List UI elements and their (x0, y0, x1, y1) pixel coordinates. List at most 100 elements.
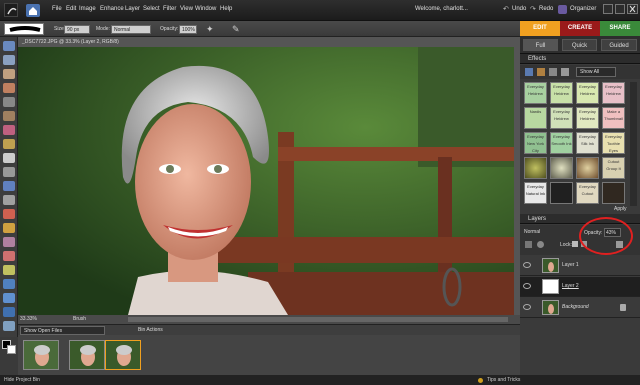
layer-name[interactable]: Layer 1 (562, 262, 579, 268)
redo-button[interactable]: Redo (539, 6, 553, 12)
show-all-icon[interactable] (561, 68, 569, 76)
effect-tile[interactable]: Everyday Heidrew (550, 82, 573, 104)
effect-tile[interactable]: Cutout Group It (602, 157, 625, 179)
undo-button[interactable]: Undo (512, 6, 526, 12)
tab-share[interactable]: SHARE (600, 21, 640, 36)
effect-tile[interactable]: Everyday Smooth Ink (550, 132, 573, 154)
hide-project-bin-button[interactable]: Hide Project Bin (4, 375, 40, 385)
layer-name[interactable]: Background (562, 304, 589, 310)
redo-icon[interactable]: ↷ (530, 5, 538, 13)
effect-tile[interactable]: Everyday Heidrew (524, 82, 547, 104)
eraser-tool-icon[interactable] (3, 251, 15, 261)
guided-mode-button[interactable]: Guided (601, 39, 637, 51)
menu-enhance[interactable]: Enhance (100, 6, 124, 12)
brush-settings-icon[interactable]: ✎ (232, 24, 240, 35)
layer-row-selected[interactable]: Layer 2 (520, 277, 640, 297)
brush-preset-picker[interactable] (4, 23, 44, 35)
document-title-bar[interactable]: _DSC7722.JPG @ 33.3% (Layer 2, RGB/8) (18, 37, 520, 47)
menu-edit[interactable]: Edit (66, 6, 76, 12)
image-canvas[interactable] (18, 47, 514, 315)
marquee-tool-icon[interactable] (3, 97, 15, 107)
magic-wand-tool-icon[interactable] (3, 125, 15, 135)
bin-actions-menu[interactable]: Bin Actions (138, 327, 163, 333)
effect-tile[interactable]: Nardis (524, 107, 547, 129)
red-eye-tool-icon[interactable] (3, 209, 15, 219)
effect-tile[interactable] (602, 182, 625, 204)
shape-tool-icon[interactable] (3, 307, 15, 317)
hand-tool-icon[interactable] (3, 69, 15, 79)
menu-help[interactable]: Help (220, 6, 232, 12)
adjustment-layer-icon[interactable] (537, 241, 544, 248)
photo-effects-icon[interactable] (549, 68, 557, 76)
new-layer-icon[interactable] (525, 241, 532, 248)
menu-view[interactable]: View (180, 6, 193, 12)
tips-and-tricks-button[interactable]: Tips and Tricks (487, 375, 520, 385)
type-tool-icon[interactable] (3, 153, 15, 163)
visibility-eye-icon[interactable] (523, 262, 531, 268)
cookie-cutter-tool-icon[interactable] (3, 181, 15, 191)
welcome-text[interactable]: Welcome, charlott... (415, 6, 468, 12)
healing-brush-tool-icon[interactable] (3, 223, 15, 233)
menu-file[interactable]: File (52, 6, 62, 12)
layer-styles-icon[interactable] (537, 68, 545, 76)
filters-icon[interactable] (525, 68, 533, 76)
mode-select[interactable]: Normal (111, 25, 151, 34)
quick-selection-tool-icon[interactable] (3, 139, 15, 149)
bin-thumbnail[interactable] (23, 340, 59, 370)
full-mode-button[interactable]: Full (523, 39, 558, 51)
maximize-button[interactable] (615, 4, 625, 14)
straighten-tool-icon[interactable] (3, 195, 15, 205)
home-icon[interactable] (26, 4, 40, 17)
blend-mode-select[interactable]: Normal (524, 228, 564, 237)
menu-filter[interactable]: Filter (163, 6, 176, 12)
menu-window[interactable]: Window (195, 6, 216, 12)
visibility-eye-icon[interactable] (523, 283, 531, 289)
eyedropper-tool-icon[interactable] (3, 83, 15, 93)
effect-tile[interactable] (550, 182, 573, 204)
layer-name[interactable]: Layer 2 (562, 283, 579, 289)
layer-row[interactable]: Background (520, 298, 640, 318)
effect-tile[interactable]: Everyday Heidrew (602, 82, 625, 104)
effect-tile[interactable]: Everyday Heidrew (576, 107, 599, 129)
effect-tile[interactable]: Everyday New York City (524, 132, 547, 154)
gradient-tool-icon[interactable] (3, 293, 15, 303)
effect-tile[interactable] (550, 157, 573, 179)
zoom-tool-icon[interactable] (3, 55, 15, 65)
organizer-button[interactable]: Organizer (570, 6, 596, 12)
background-color-swatch[interactable] (7, 345, 16, 354)
effect-tile[interactable]: Everyday Heidrew (576, 82, 599, 104)
airbrush-icon[interactable]: ✦ (206, 24, 214, 35)
bin-thumbnail-active[interactable] (105, 340, 141, 370)
tab-edit[interactable]: EDIT (520, 21, 560, 36)
effect-tile[interactable]: Everyday Natural Ink (524, 182, 547, 204)
lock-transparent-icon[interactable] (572, 241, 578, 247)
close-button[interactable] (627, 4, 638, 14)
show-open-files-dropdown[interactable]: Show Open Files (20, 326, 105, 335)
horizontal-scrollbar[interactable] (128, 317, 508, 322)
paint-bucket-tool-icon[interactable] (3, 279, 15, 289)
effect-tile[interactable]: Everyday Heidrew (550, 107, 573, 129)
menu-image[interactable]: Image (79, 6, 96, 12)
blur-tool-icon[interactable] (3, 321, 15, 331)
organizer-icon[interactable] (558, 5, 567, 14)
menu-layer[interactable]: Layer (125, 6, 140, 12)
layer-row[interactable]: Layer 1 (520, 256, 640, 276)
effect-tile[interactable] (524, 157, 547, 179)
move-tool-icon[interactable] (3, 41, 15, 51)
effect-tile[interactable] (576, 157, 599, 179)
brush-tool-icon[interactable] (3, 265, 15, 275)
size-input[interactable]: 90 px (64, 25, 90, 34)
clone-stamp-tool-icon[interactable] (3, 237, 15, 247)
effect-tile[interactable]: Everyday Toothie Eyes (602, 132, 625, 154)
effect-tile[interactable]: Everyday Silk Ink (576, 132, 599, 154)
menu-select[interactable]: Select (143, 6, 160, 12)
bin-thumbnail[interactable] (69, 340, 105, 370)
tab-create[interactable]: CREATE (560, 21, 600, 36)
apply-button[interactable]: Apply (614, 206, 627, 212)
effect-tile[interactable]: Make a Thumbnail (602, 107, 625, 129)
effects-panel-header[interactable]: Effects (520, 54, 640, 64)
undo-icon[interactable]: ↶ (503, 5, 511, 13)
quick-mode-button[interactable]: Quick (562, 39, 597, 51)
crop-tool-icon[interactable] (3, 167, 15, 177)
effects-category-select[interactable]: Show All (576, 67, 616, 77)
